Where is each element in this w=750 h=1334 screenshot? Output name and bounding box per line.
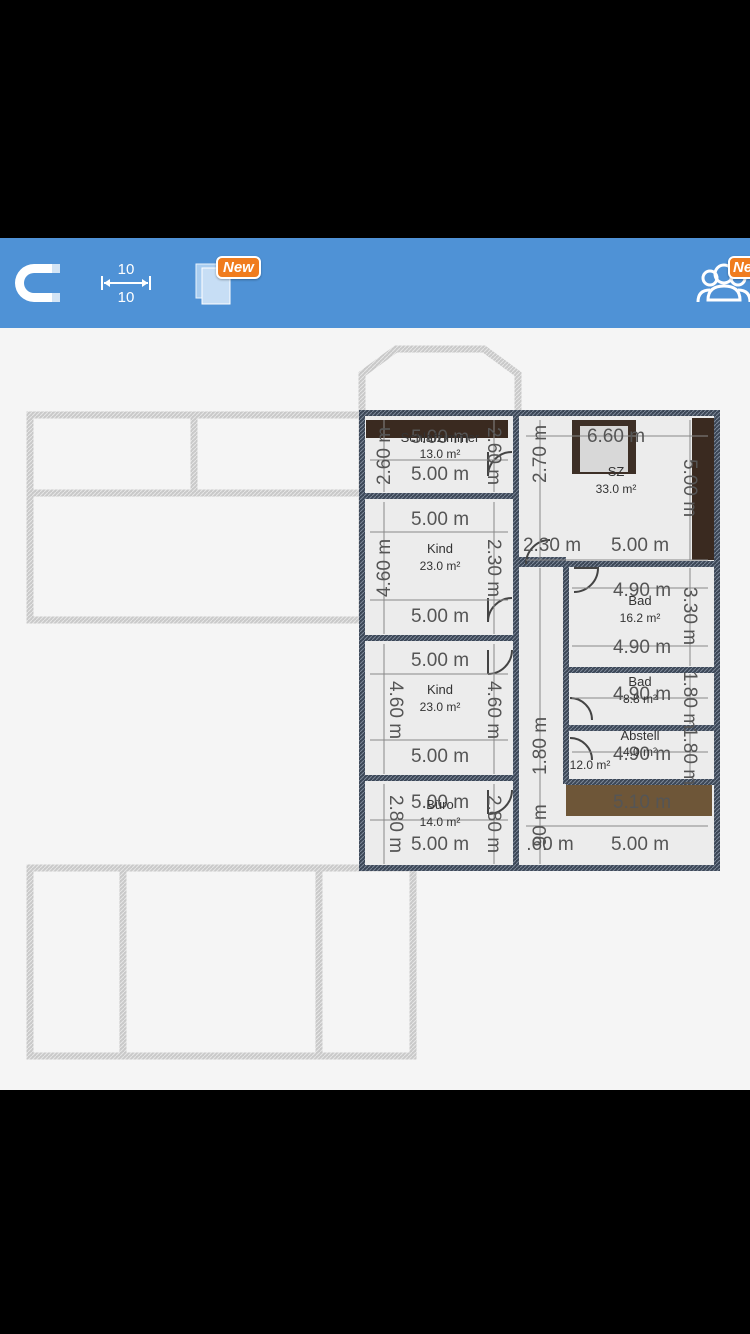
room-area: 23.0 m² <box>420 559 461 573</box>
dim-label: 1.80 m <box>679 727 700 785</box>
dim-label: 2.80 m <box>483 795 504 853</box>
dim-label: 6.60 m <box>587 426 645 447</box>
room-name: Schlafzimmer <box>401 430 480 445</box>
room-area: 33.0 m² <box>596 482 637 496</box>
magnet-button[interactable] <box>6 238 72 328</box>
dim-label: 4.60 m <box>385 681 406 739</box>
room-area: 4.0 m² <box>623 745 657 759</box>
dim-label: 2.30 m <box>523 535 581 556</box>
grid-size-bottom: 10 <box>117 289 135 306</box>
room-area: 23.0 m² <box>420 700 461 714</box>
dim-label: 5.00 m <box>411 650 469 671</box>
dim-label: 5.10 m <box>613 792 671 813</box>
dim-label: 5.00 m <box>611 535 669 556</box>
dim-label: 5.00 m <box>411 464 469 485</box>
floorplan-svg[interactable]: 5.00 m 5.00 m 5.00 m 5.00 m 5.00 m 5.00 … <box>0 328 750 1090</box>
dim-label: 5.00 m <box>611 834 669 855</box>
room-area: 14.0 m² <box>420 815 461 829</box>
dim-label: 4.60 m <box>483 681 504 739</box>
dim-label: 2.60 m <box>483 427 504 485</box>
dim-label: 4.90 m <box>613 637 671 658</box>
room-name: Kind <box>427 682 453 697</box>
dim-label: 1.80 m <box>679 671 700 729</box>
dim-label: 5.00 m <box>411 746 469 767</box>
dim-label: 2.80 m <box>385 795 406 853</box>
room-name: Bad <box>628 593 651 608</box>
floorplan-canvas[interactable]: 5.00 m 5.00 m 5.00 m 5.00 m 5.00 m 5.00 … <box>0 328 750 1090</box>
collaboration-button[interactable]: Ne <box>690 238 750 328</box>
room-area: 16.2 m² <box>620 611 661 625</box>
room-name: SZ <box>608 464 625 479</box>
layers-button[interactable]: New <box>188 238 262 328</box>
room-name: Büro <box>426 797 453 812</box>
dim-label: 5.00 m <box>411 606 469 627</box>
magnet-icon <box>15 264 60 302</box>
top-toolbar: 10 10 New Ne <box>0 238 750 328</box>
users-new-badge: Ne <box>728 256 750 279</box>
grid-size-button[interactable]: 10 10 <box>98 238 156 328</box>
dim-label: 3.30 m <box>679 587 700 645</box>
dim-label: 5.00 m <box>411 509 469 530</box>
dim-label: 4.60 m <box>374 539 395 597</box>
dim-label: 2.70 m <box>530 425 551 483</box>
dim-label: .90 m <box>530 804 551 852</box>
new-badge: New <box>216 256 261 279</box>
dim-label: 1.80 m <box>530 717 551 775</box>
dim-label: 2.30 m <box>483 539 504 597</box>
dim-label: 5.00 m <box>679 459 700 517</box>
dim-label: 5.00 m <box>411 834 469 855</box>
dim-label: 2.60 m <box>374 427 395 485</box>
room-area: 12.0 m² <box>570 758 611 772</box>
room-area: 13.0 m² <box>420 447 461 461</box>
room-name: Abstell <box>620 728 659 743</box>
room-area: 8.8 m² <box>623 692 657 706</box>
room-name: Kind <box>427 541 453 556</box>
room-name: Bad <box>628 674 651 689</box>
